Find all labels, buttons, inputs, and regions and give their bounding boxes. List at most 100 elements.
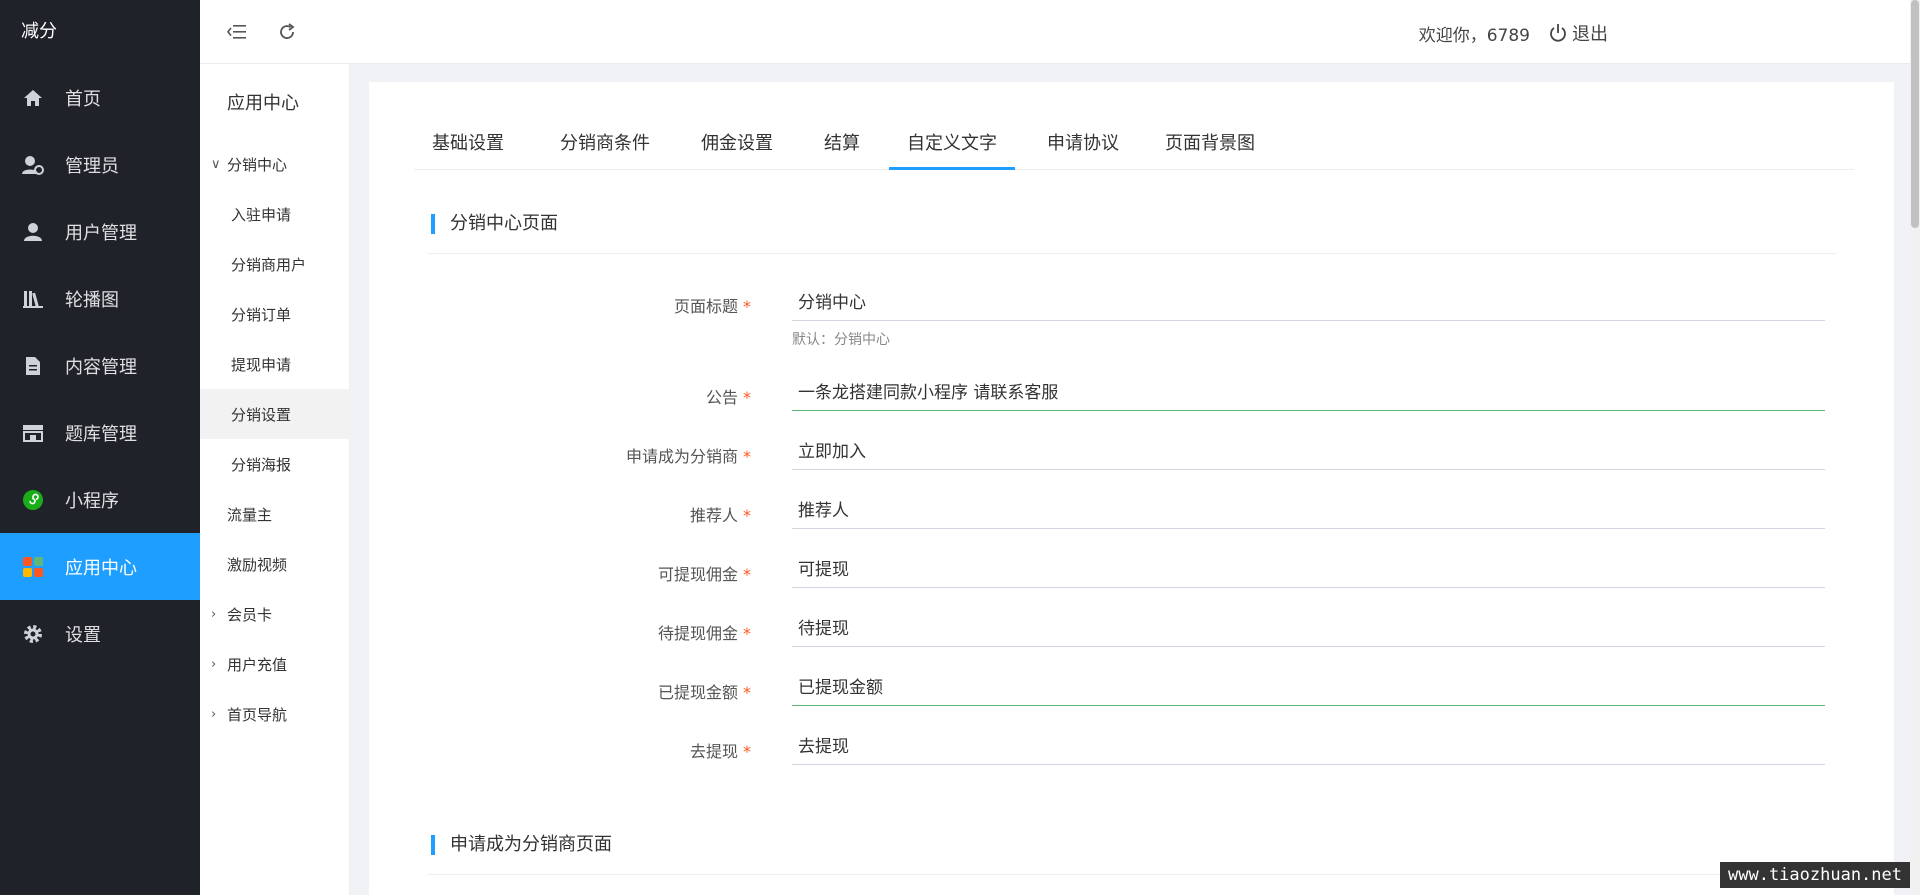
chevron-right-icon: ›: [211, 606, 217, 622]
required-mark: *: [743, 447, 751, 466]
apps-icon: [22, 556, 44, 578]
tab-bar: 基础设置 分销商条件 佣金设置 结算 自定义文字 申请协议 页面背景图: [414, 119, 1854, 170]
secondary-nav-title: 应用中心: [227, 93, 299, 114]
tab-basic-settings[interactable]: 基础设置: [414, 119, 522, 170]
go-withdraw-input[interactable]: [792, 725, 1825, 765]
admin-icon: [22, 154, 44, 176]
field-label-text: 页面标题: [673, 297, 738, 316]
subnav-item-distribution-settings[interactable]: 分销设置: [200, 389, 350, 439]
section-divider: [427, 253, 1837, 254]
sidebar-item-label: 设置: [65, 624, 101, 646]
required-mark: *: [743, 742, 751, 761]
subnav-item-label: 流量主: [227, 505, 273, 524]
miniprogram-icon: [22, 489, 44, 511]
sidebar-item-label: 内容管理: [65, 356, 137, 378]
field-label-text: 推荐人: [689, 506, 738, 525]
subnav-item-label: 分销商用户: [231, 255, 307, 274]
field-label-text: 待提现佣金: [657, 624, 738, 643]
sidebar-item-label: 用户管理: [65, 222, 137, 244]
sidebar-item-label: 首页: [65, 88, 101, 110]
store-icon: [22, 422, 44, 444]
menu-collapse-icon[interactable]: [225, 20, 249, 44]
required-mark: *: [743, 624, 751, 643]
required-mark: *: [743, 506, 751, 525]
sidebar-item-label: 轮播图: [65, 289, 119, 311]
page-scrollbar[interactable]: [1910, 0, 1920, 895]
section-title: 分销中心页面: [431, 214, 558, 234]
subnav-item-distribution-poster[interactable]: 分销海报: [200, 439, 350, 489]
settings-card: 基础设置 分销商条件 佣金设置 结算 自定义文字 申请协议 页面背景图 分销中心…: [369, 82, 1894, 895]
subnav-group-label: 会员卡: [227, 605, 273, 624]
subnav-group-label: 分销中心: [227, 155, 288, 174]
field-label-text: 申请成为分销商: [625, 447, 738, 466]
main-sidebar: 减分 首页 管理员 用户管理 轮播图 内容管理 题库管理 小程序 应用中心 设置: [0, 0, 200, 895]
gear-icon: [22, 623, 44, 645]
chevron-right-icon: ›: [211, 706, 217, 722]
user-icon: [22, 221, 44, 243]
field-label-page-title: 页面标题 *: [469, 293, 751, 317]
field-label-text: 公告: [705, 388, 738, 407]
sidebar-item-users[interactable]: 用户管理: [0, 198, 200, 265]
tab-page-background[interactable]: 页面背景图: [1147, 119, 1273, 170]
notice-input[interactable]: [792, 371, 1825, 411]
tab-application-agreement[interactable]: 申请协议: [1029, 119, 1137, 170]
subnav-group-user-recharge[interactable]: › 用户充值: [200, 639, 350, 689]
required-mark: *: [743, 683, 751, 702]
chevron-down-icon: ∨: [211, 156, 221, 172]
subnav-item-distribution-orders[interactable]: 分销订单: [200, 289, 350, 339]
section-divider: [427, 874, 1837, 875]
sidebar-item-carousel[interactable]: 轮播图: [0, 265, 200, 332]
logout-label: 退出: [1572, 24, 1608, 45]
secondary-nav: 应用中心 ∨ 分销中心 入驻申请 分销商用户 分销订单 提现申请 分销设置 分销…: [200, 0, 350, 895]
watermark: www.tiaozhuan.net: [1720, 862, 1910, 888]
tab-distributor-conditions[interactable]: 分销商条件: [542, 119, 668, 170]
tab-custom-text[interactable]: 自定义文字: [889, 119, 1015, 170]
sidebar-item-miniprogram[interactable]: 小程序: [0, 466, 200, 533]
books-icon: [22, 288, 44, 310]
logout-button[interactable]: 退出: [1548, 20, 1608, 46]
subnav-group-distribution-center[interactable]: ∨ 分销中心: [200, 139, 350, 189]
pending-commission-input[interactable]: [792, 607, 1825, 647]
field-label-pending-commission: 待提现佣金 *: [469, 620, 751, 644]
field-label-go-withdraw: 去提现 *: [469, 738, 751, 762]
sidebar-item-label: 小程序: [65, 490, 119, 512]
subnav-item-label: 分销订单: [231, 305, 292, 324]
power-icon: [1548, 23, 1568, 43]
field-label-withdrawable-commission: 可提现佣金 *: [469, 561, 751, 585]
subnav-item-distributor-users[interactable]: 分销商用户: [200, 239, 350, 289]
document-icon: [22, 355, 44, 377]
section-title: 申请成为分销商页面: [431, 835, 612, 855]
tab-settlement[interactable]: 结算: [806, 119, 878, 170]
subnav-item-reward-video[interactable]: 激励视频: [200, 539, 350, 589]
subnav-item-withdraw-apply[interactable]: 提现申请: [200, 339, 350, 389]
sidebar-item-label: 管理员: [65, 155, 119, 177]
page-title-input[interactable]: [792, 281, 1825, 321]
subnav-item-label: 提现申请: [231, 355, 292, 374]
sidebar-item-admin[interactable]: 管理员: [0, 131, 200, 198]
home-icon: [22, 87, 44, 109]
subnav-group-label: 用户充值: [227, 655, 288, 674]
withdrawn-amount-input[interactable]: [792, 666, 1825, 706]
sidebar-item-question-bank[interactable]: 题库管理: [0, 399, 200, 466]
subnav-item-traffic-owner[interactable]: 流量主: [200, 489, 350, 539]
top-header: 欢迎你，6789 退出: [200, 0, 1920, 64]
subnav-item-label: 分销设置: [231, 405, 292, 424]
refresh-icon[interactable]: [275, 20, 299, 44]
sidebar-item-home[interactable]: 首页: [0, 64, 200, 131]
sidebar-item-content[interactable]: 内容管理: [0, 332, 200, 399]
required-mark: *: [743, 565, 751, 584]
sidebar-item-settings[interactable]: 设置: [0, 600, 200, 667]
subnav-group-home-navigation[interactable]: › 首页导航: [200, 689, 350, 739]
sidebar-item-app-center[interactable]: 应用中心: [0, 533, 200, 600]
referrer-input[interactable]: [792, 489, 1825, 529]
tab-commission-settings[interactable]: 佣金设置: [683, 119, 791, 170]
field-label-text: 去提现: [689, 742, 738, 761]
subnav-group-member-card[interactable]: › 会员卡: [200, 589, 350, 639]
welcome-text: 欢迎你，6789: [1418, 26, 1530, 46]
scrollbar-thumb[interactable]: [1911, 0, 1919, 228]
subnav-item-join-apply[interactable]: 入驻申请: [200, 189, 350, 239]
chevron-right-icon: ›: [211, 656, 217, 672]
sidebar-item-label: 题库管理: [65, 423, 137, 445]
become-distributor-input[interactable]: [792, 430, 1825, 470]
withdrawable-commission-input[interactable]: [792, 548, 1825, 588]
